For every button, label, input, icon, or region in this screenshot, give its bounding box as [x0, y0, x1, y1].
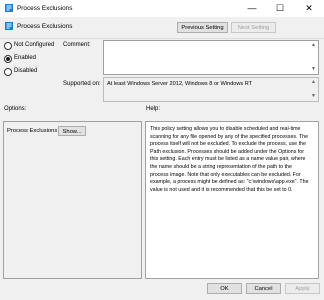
radio-enabled-label: Enabled — [14, 55, 37, 61]
scroll-up-icon[interactable]: ▲ — [310, 79, 317, 86]
supported-on-value: At least Windows Server 2012, Windows 8 … — [107, 81, 253, 87]
title-bar: Process Exclusions — ☐ ✕ — [0, 0, 324, 17]
comment-label: Comment: — [63, 42, 91, 48]
next-setting-label: Next Setting — [237, 25, 270, 31]
maximize-button[interactable]: ☐ — [266, 0, 294, 17]
next-setting-button[interactable]: Next Setting — [231, 22, 276, 33]
policy-app-icon — [5, 4, 13, 12]
window-title: Process Exclusions — [17, 5, 73, 12]
close-button[interactable]: ✕ — [295, 0, 323, 17]
radio-circle — [4, 42, 12, 50]
policy-dialog: Process Exclusions — ☐ ✕ Process Exclusi… — [0, 0, 324, 300]
help-label: Help: — [146, 106, 161, 112]
ok-button-label: OK — [220, 286, 229, 292]
header-divider — [0, 38, 324, 39]
radio-selected-dot — [6, 57, 10, 61]
scroll-down-icon[interactable]: ▼ — [310, 66, 317, 73]
help-pane: This policy setting allows you to disabl… — [145, 121, 319, 279]
supported-on-label: Supported on: — [63, 81, 101, 87]
previous-setting-button[interactable]: Previous Setting — [177, 22, 228, 33]
cancel-button-label: Cancel — [254, 286, 273, 292]
cancel-button[interactable]: Cancel — [246, 283, 281, 294]
show-button[interactable]: Show... — [58, 126, 86, 136]
process-exclusions-option-label: Process Exclusions — [7, 128, 58, 134]
options-pane: Process Exclusions Show... — [3, 121, 142, 279]
setting-title: Process Exclusions — [17, 23, 73, 30]
scroll-down-icon[interactable]: ▼ — [310, 93, 317, 100]
minimize-button[interactable]: — — [238, 0, 266, 17]
scroll-up-icon[interactable]: ▲ — [310, 42, 317, 49]
apply-button-label: Apply — [295, 286, 310, 292]
setting-header: Process Exclusions Previous Setting Next… — [0, 17, 324, 37]
setting-icon — [5, 22, 13, 30]
help-text: This policy setting allows you to disabl… — [150, 126, 309, 193]
radio-disabled-label: Disabled — [14, 68, 38, 74]
radio-not-configured-label: Not Configured — [14, 42, 55, 48]
supported-on-field: At least Windows Server 2012, Windows 8 … — [103, 77, 319, 102]
options-label: Options: — [4, 106, 27, 112]
comment-textarea[interactable]: ▲ ▼ — [103, 40, 319, 75]
show-button-label: Show... — [62, 129, 82, 135]
apply-button[interactable]: Apply — [285, 283, 320, 294]
radio-circle — [4, 68, 12, 76]
previous-setting-label: Previous Setting — [181, 25, 224, 31]
ok-button[interactable]: OK — [207, 283, 242, 294]
